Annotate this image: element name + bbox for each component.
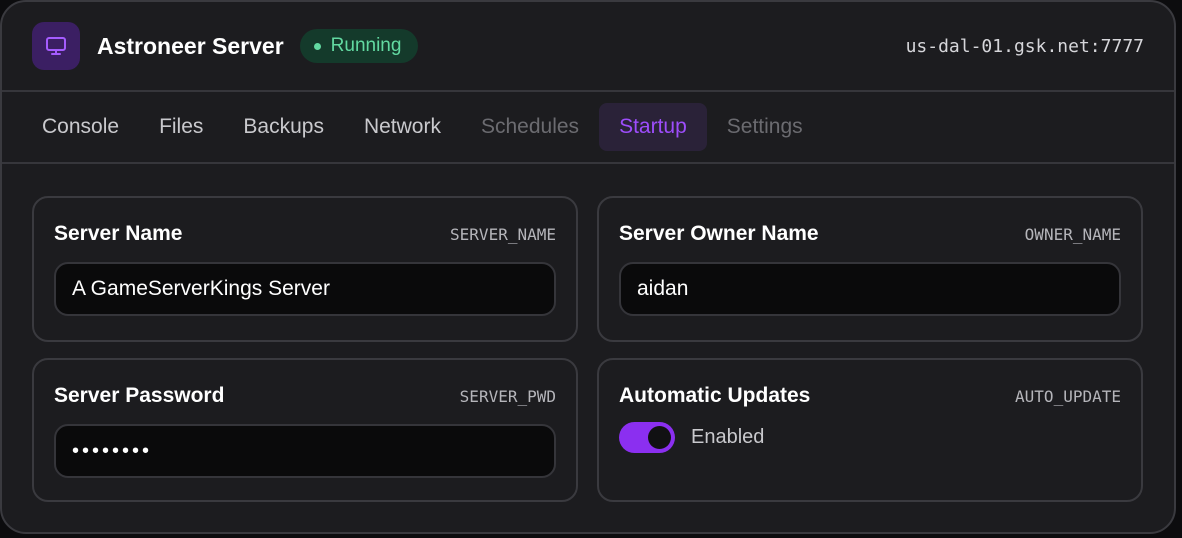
auto-update-toggle[interactable] bbox=[619, 422, 675, 453]
variable-card-server-name: Server Name SERVER_NAME A GameServerKing… bbox=[32, 196, 578, 342]
tab-backups[interactable]: Backups bbox=[223, 103, 344, 151]
tab-console[interactable]: Console bbox=[22, 103, 139, 151]
variable-key: AUTO_UPDATE bbox=[1015, 387, 1121, 406]
variable-card-auto-update: Automatic Updates AUTO_UPDATE Enabled bbox=[597, 358, 1143, 502]
variable-key: SERVER_PWD bbox=[459, 387, 556, 406]
auto-update-state: Enabled bbox=[691, 426, 765, 448]
server-title: Astroneer Server bbox=[97, 32, 284, 59]
status-dot-icon bbox=[313, 42, 321, 50]
status-text: Running bbox=[330, 35, 402, 56]
variable-label: Server Name bbox=[54, 222, 183, 245]
tab-startup[interactable]: Startup bbox=[599, 103, 707, 151]
server-password-input[interactable]: •••••••• bbox=[54, 424, 556, 478]
variable-card-server-password: Server Password SERVER_PWD •••••••• bbox=[32, 358, 578, 502]
server-name-input[interactable]: A GameServerKings Server bbox=[54, 262, 556, 316]
toggle-knob bbox=[648, 426, 671, 449]
owner-name-input[interactable]: aidan bbox=[619, 262, 1121, 316]
tab-files[interactable]: Files bbox=[139, 103, 223, 151]
server-header: Astroneer Server Running us-dal-01.gsk.n… bbox=[2, 2, 1174, 92]
variable-key: SERVER_NAME bbox=[450, 225, 556, 244]
tab-settings[interactable]: Settings bbox=[707, 103, 823, 151]
server-panel: Astroneer Server Running us-dal-01.gsk.n… bbox=[0, 0, 1176, 534]
variable-label: Server Password bbox=[54, 384, 225, 407]
auto-update-row: Enabled bbox=[619, 422, 1121, 453]
status-badge: Running bbox=[299, 29, 419, 63]
server-address: us-dal-01.gsk.net:7777 bbox=[905, 35, 1144, 57]
monitor-icon bbox=[32, 22, 80, 70]
variable-label: Server Owner Name bbox=[619, 222, 819, 245]
variable-label: Automatic Updates bbox=[619, 384, 811, 407]
tab-bar: Console Files Backups Network Schedules … bbox=[2, 92, 1174, 164]
variable-key: OWNER_NAME bbox=[1024, 225, 1121, 244]
variable-card-owner-name: Server Owner Name OWNER_NAME aidan bbox=[597, 196, 1143, 342]
tab-network[interactable]: Network bbox=[344, 103, 461, 151]
tab-schedules[interactable]: Schedules bbox=[461, 103, 599, 151]
